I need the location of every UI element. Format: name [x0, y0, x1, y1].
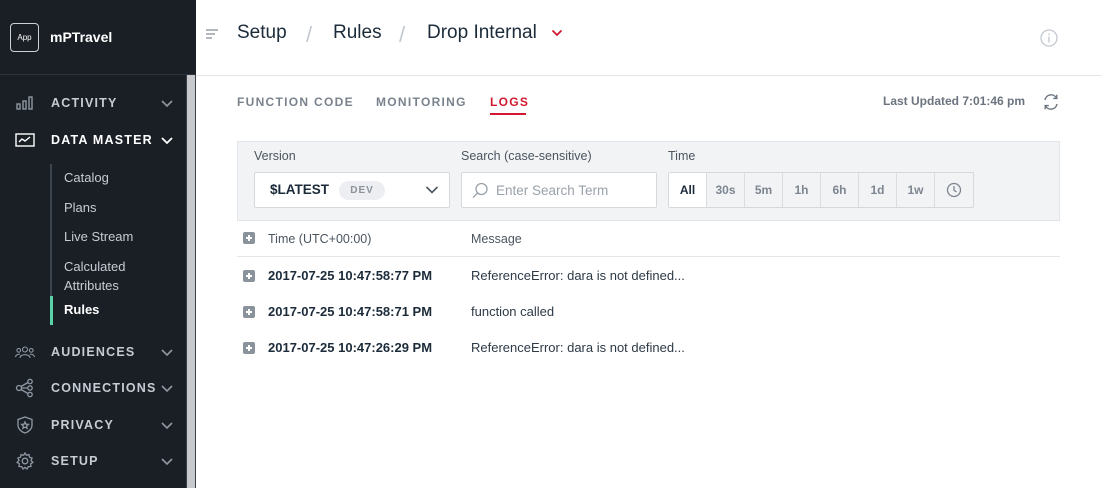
nav-label: CONNECTIONS — [51, 381, 157, 395]
log-table-header: Time (UTC+00:00) Message — [237, 222, 1060, 257]
tab-logs[interactable]: LOGS — [490, 95, 529, 109]
breadcrumb-setup[interactable]: Setup — [237, 22, 287, 44]
subnav-calculated-attributes[interactable]: Calculated Attributes — [64, 257, 154, 295]
nav-audiences[interactable]: AUDIENCES — [0, 338, 186, 366]
log-filters: Version $LATEST DEV Search (case-sensiti… — [237, 141, 1060, 221]
log-message: ReferenceError: dara is not defined... — [471, 340, 685, 355]
log-message: ReferenceError: dara is not defined... — [471, 268, 685, 283]
time-option-1w[interactable]: 1w — [897, 173, 935, 207]
subnav-catalog[interactable]: Catalog — [64, 168, 109, 187]
connections-icon — [15, 378, 35, 398]
nav-privacy[interactable]: PRIVACY — [0, 411, 186, 439]
table-row[interactable]: 2017-07-25 10:47:58:77 PM ReferenceError… — [237, 258, 1060, 294]
log-time: 2017-07-25 10:47:26:29 PM — [268, 340, 433, 355]
version-select[interactable]: $LATEST DEV — [254, 172, 450, 208]
active-marker — [50, 296, 53, 325]
menu-icon[interactable] — [205, 28, 219, 42]
version-label: Version — [254, 149, 296, 163]
nav-connections[interactable]: CONNECTIONS — [0, 374, 186, 402]
time-option-1d[interactable]: 1d — [859, 173, 897, 207]
breadcrumb-separator: / — [306, 22, 313, 47]
tab-monitoring[interactable]: MONITORING — [376, 95, 467, 109]
bar-chart-icon — [15, 93, 35, 113]
app-logo[interactable]: App — [10, 22, 39, 52]
time-label: Time — [668, 149, 696, 163]
chevron-down-icon — [161, 458, 173, 466]
time-range-selector: All 30s 5m 1h 6h 1d 1w — [668, 172, 974, 208]
version-value: $LATEST — [270, 182, 330, 197]
table-row[interactable]: 2017-07-25 10:47:26:29 PM ReferenceError… — [237, 330, 1060, 366]
subnav-plans[interactable]: Plans — [64, 198, 97, 217]
gear-icon — [15, 451, 35, 471]
page-header: Setup / Rules / Drop Internal — [196, 0, 1101, 76]
expand-row-icon[interactable] — [243, 270, 255, 282]
subnav-rules[interactable]: Rules — [64, 300, 99, 319]
sidebar-scrollbar[interactable] — [186, 75, 196, 488]
log-time: 2017-07-25 10:47:58:71 PM — [268, 304, 433, 319]
chevron-down-icon — [161, 385, 173, 393]
table-row[interactable]: 2017-07-25 10:47:58:71 PM function calle… — [237, 294, 1060, 330]
time-option-1h[interactable]: 1h — [783, 173, 821, 207]
log-time: 2017-07-25 10:47:58:77 PM — [268, 268, 433, 283]
nav-label: AUDIENCES — [51, 345, 136, 359]
breadcrumb-rules[interactable]: Rules — [333, 22, 382, 44]
column-header-time[interactable]: Time (UTC+00:00) — [268, 232, 371, 246]
subnav-live-stream[interactable]: Live Stream — [64, 227, 133, 246]
expand-row-icon[interactable] — [243, 342, 255, 354]
search-field[interactable] — [461, 172, 657, 208]
search-label: Search (case-sensitive) — [461, 149, 592, 163]
time-option-5m[interactable]: 5m — [745, 173, 783, 207]
chevron-down-icon — [161, 100, 173, 108]
database-icon — [15, 130, 35, 150]
workspace-name[interactable]: mPTravel — [50, 29, 112, 45]
search-input[interactable] — [496, 180, 651, 200]
people-icon — [15, 342, 35, 362]
nav-data-master[interactable]: DATA MASTER — [0, 126, 186, 154]
chevron-down-icon — [161, 422, 173, 430]
nav-label: ACTIVITY — [51, 96, 118, 110]
scrollbar-thumb[interactable] — [187, 75, 195, 488]
tab-function-code[interactable]: FUNCTION CODE — [237, 95, 354, 109]
column-header-message[interactable]: Message — [471, 232, 522, 246]
expand-all-icon[interactable] — [243, 232, 255, 244]
info-icon[interactable] — [1040, 29, 1058, 47]
chevron-down-icon — [161, 137, 173, 145]
nav-label: DATA MASTER — [51, 133, 153, 147]
chevron-down-icon — [425, 186, 439, 194]
expand-row-icon[interactable] — [243, 306, 255, 318]
time-option-30s[interactable]: 30s — [707, 173, 745, 207]
nav-label: SETUP — [51, 454, 99, 468]
search-icon — [472, 182, 488, 199]
breadcrumb-separator: / — [399, 22, 406, 47]
time-option-6h[interactable]: 6h — [821, 173, 859, 207]
version-badge: DEV — [339, 181, 385, 200]
data-master-subnav: Catalog Plans Live Stream Calculated Att… — [50, 164, 180, 325]
refresh-icon[interactable] — [1042, 93, 1060, 111]
clock-icon — [946, 182, 962, 198]
chevron-down-icon[interactable] — [551, 28, 563, 38]
shield-icon — [15, 415, 35, 435]
sidebar: App mPTravel ACTIVITY DATA MASTER Catalo… — [0, 0, 196, 488]
nav-activity[interactable]: ACTIVITY — [0, 89, 186, 117]
chevron-down-icon — [161, 349, 173, 357]
breadcrumb-current[interactable]: Drop Internal — [427, 22, 537, 44]
active-tab-indicator — [490, 113, 526, 115]
last-updated-text: Last Updated 7:01:46 pm — [883, 94, 1026, 108]
nav-label: PRIVACY — [51, 418, 115, 432]
log-message: function called — [471, 304, 555, 319]
time-option-all[interactable]: All — [669, 173, 707, 207]
brand: App mPTravel — [0, 0, 196, 75]
custom-time-button[interactable] — [935, 173, 973, 207]
nav-setup[interactable]: SETUP — [0, 447, 186, 475]
